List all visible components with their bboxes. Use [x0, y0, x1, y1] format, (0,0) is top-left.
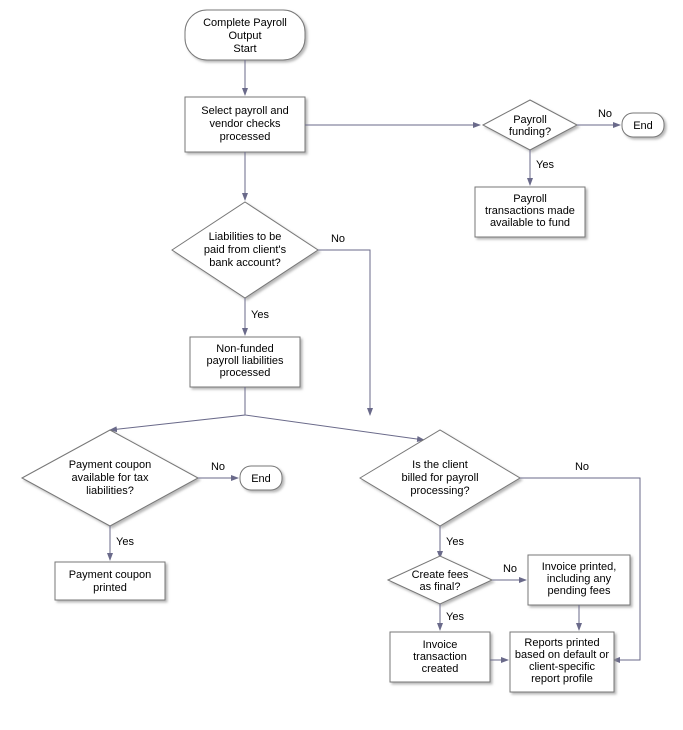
svg-text:Yes: Yes	[116, 536, 134, 548]
svg-text:printed: printed	[93, 582, 127, 594]
svg-text:client-specific: client-specific	[529, 661, 596, 673]
svg-text:paid from client's: paid from client's	[204, 244, 287, 256]
svg-text:report profile: report profile	[531, 673, 593, 685]
svg-text:vendor checks: vendor checks	[210, 118, 281, 130]
end-label: End	[633, 120, 653, 132]
svg-text:billed for payroll: billed for payroll	[401, 472, 478, 484]
svg-text:available for tax: available for tax	[71, 472, 149, 484]
svg-text:Yes: Yes	[446, 611, 464, 623]
svg-text:Non-funded: Non-funded	[216, 343, 274, 355]
svg-text:bank account?: bank account?	[209, 257, 281, 269]
svg-text:Is the client: Is the client	[412, 459, 468, 471]
svg-text:as final?: as final?	[420, 581, 461, 593]
svg-text:processed: processed	[220, 367, 271, 379]
svg-text:funding?: funding?	[509, 126, 551, 138]
svg-text:No: No	[575, 461, 589, 473]
svg-text:Invoice: Invoice	[423, 639, 458, 651]
edge-label: No	[598, 108, 612, 120]
svg-text:Payroll: Payroll	[513, 193, 547, 205]
svg-text:including any: including any	[547, 573, 612, 585]
svg-text:Yes: Yes	[251, 309, 269, 321]
svg-text:Start: Start	[233, 43, 256, 55]
svg-text:No: No	[503, 563, 517, 575]
svg-text:processing?: processing?	[410, 485, 469, 497]
svg-text:liabilities?: liabilities?	[86, 485, 134, 497]
svg-text:available to fund: available to fund	[490, 217, 570, 229]
printed-process	[55, 562, 165, 600]
svg-text:created: created	[422, 663, 459, 675]
svg-text:payroll liabilities: payroll liabilities	[206, 355, 284, 367]
svg-text:Payment coupon: Payment coupon	[69, 459, 152, 471]
svg-text:End: End	[251, 473, 271, 485]
svg-text:based on default or: based on default or	[515, 649, 610, 661]
svg-text:Create fees: Create fees	[412, 569, 469, 581]
flowchart: .box{fill:#fff;stroke:#777;stroke-width:…	[0, 0, 683, 730]
svg-text:transactions made: transactions made	[485, 205, 575, 217]
start-label: Complete Payroll	[203, 17, 287, 29]
svg-text:processed: processed	[220, 131, 271, 143]
svg-text:Payment coupon: Payment coupon	[69, 569, 152, 581]
svg-text:Yes: Yes	[536, 159, 554, 171]
svg-text:transaction: transaction	[413, 651, 467, 663]
svg-text:Invoice printed,: Invoice printed,	[542, 561, 617, 573]
svg-text:Reports printed: Reports printed	[524, 637, 599, 649]
svg-text:No: No	[331, 233, 345, 245]
svg-text:No: No	[211, 461, 225, 473]
svg-text:pending fees: pending fees	[548, 585, 611, 597]
svg-text:Output: Output	[228, 30, 261, 42]
svg-text:Yes: Yes	[446, 536, 464, 548]
svg-text:Payroll: Payroll	[513, 114, 547, 126]
svg-text:Select payroll and: Select payroll and	[201, 105, 288, 117]
svg-text:Liabilities to be: Liabilities to be	[209, 231, 282, 243]
